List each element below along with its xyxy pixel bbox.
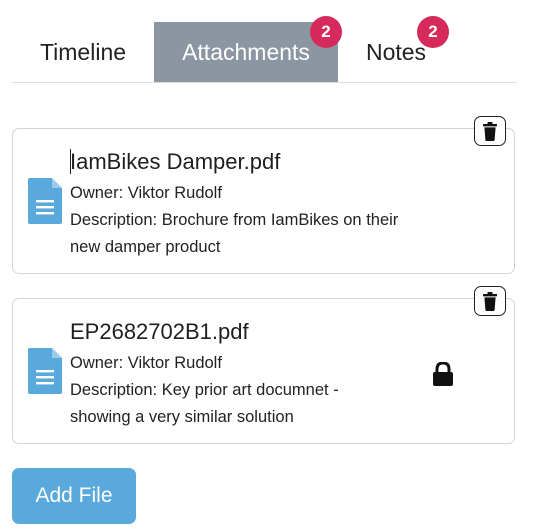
file-description-line: showing a very similar solution — [70, 408, 294, 426]
tab-timeline[interactable]: Timeline — [12, 22, 154, 82]
file-name[interactable]: IamBikes Damper.pdf — [70, 149, 280, 175]
attachment-card: IamBikes Damper.pdf Owner: Viktor Rudolf… — [12, 116, 515, 274]
file-document-icon — [28, 348, 62, 394]
notes-count-badge: 2 — [417, 16, 449, 48]
file-description-line: new damper product — [70, 238, 221, 256]
add-file-button[interactable]: Add File — [12, 468, 136, 524]
trash-icon — [483, 121, 497, 141]
file-document-icon — [28, 178, 62, 224]
file-name[interactable]: EP2682702B1.pdf — [70, 319, 249, 345]
attachment-card: EP2682702B1.pdf Owner: Viktor Rudolf Des… — [12, 286, 515, 444]
delete-attachment-button[interactable] — [474, 286, 506, 316]
tab-attachments-label: Attachments — [182, 38, 310, 65]
file-owner: Owner: Viktor Rudolf — [70, 354, 222, 372]
delete-attachment-button[interactable] — [474, 116, 506, 146]
file-description-line: Description: Key prior art documnet - — [70, 381, 339, 399]
tab-bar: Timeline Attachments Notes 2 2 — [12, 16, 517, 83]
file-description-line: Description: Brochure from IamBikes on t… — [70, 211, 399, 229]
tab-notes-label: Notes — [365, 38, 427, 65]
attachments-count-badge: 2 — [310, 16, 342, 48]
trash-icon — [483, 291, 497, 311]
lock-icon — [433, 362, 453, 386]
tab-timeline-label: Timeline — [39, 38, 127, 65]
file-owner: Owner: Viktor Rudolf — [70, 184, 222, 202]
